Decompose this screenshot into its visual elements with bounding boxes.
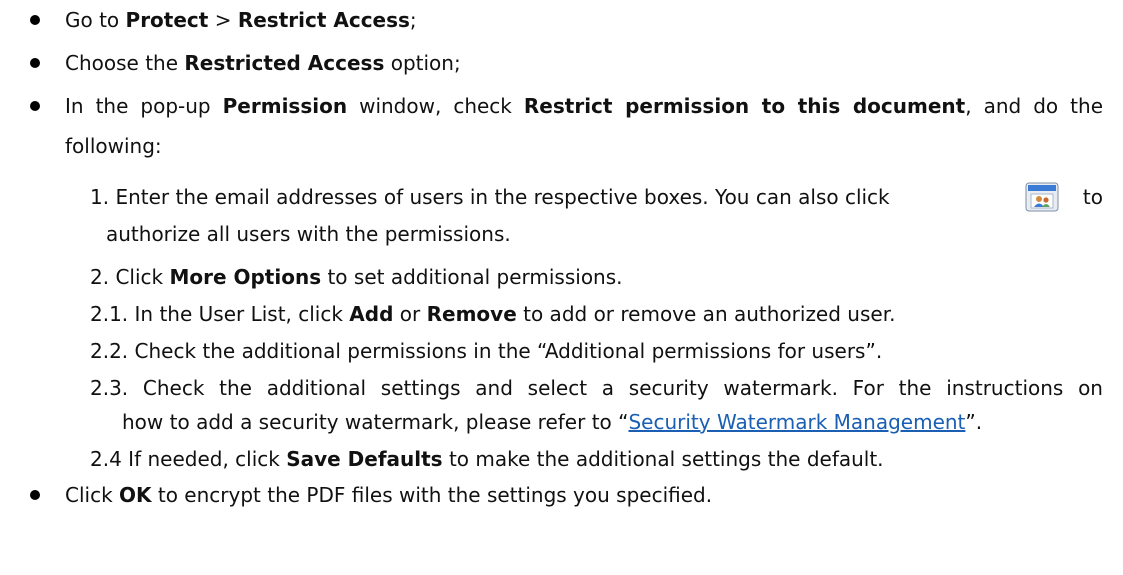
bullet-text: window, check	[347, 94, 524, 118]
bullet-text: option;	[384, 51, 461, 75]
step-2-3-line: 2.3. Check the additional settings and s…	[90, 376, 1103, 400]
bullet-protect-restrict: Go to Protect > Restrict Access;	[65, 8, 417, 32]
step-text: 2.1. In the User List, click	[90, 302, 350, 326]
step-text: to set additional permissions.	[321, 265, 623, 289]
step-2-3-continuation: how to add a security watermark, please …	[122, 410, 982, 434]
bullet-text: ;	[409, 8, 417, 32]
bullet-text: >	[208, 8, 238, 32]
step-1-line: 1. Enter the email addresses of users in…	[90, 182, 1103, 212]
step-text: to add or remove an authorized user.	[516, 302, 896, 326]
bold-ok: OK	[119, 483, 152, 507]
bold-save-defaults: Save Defaults	[286, 447, 443, 471]
users-window-icon[interactable]	[1025, 182, 1059, 212]
bullet-marker	[30, 15, 40, 25]
bold-remove: Remove	[426, 302, 517, 326]
step-2-2-line: 2.2. Check the additional permissions in…	[90, 339, 883, 363]
bullet-click-ok: Click OK to encrypt the PDF files with t…	[65, 483, 712, 507]
step-1-text: 1. Enter the email addresses of users in…	[90, 185, 890, 209]
bullet-text: Click	[65, 483, 120, 507]
bold-restrict-permission: Restrict permission to this document	[523, 94, 966, 118]
bold-restricted-access: Restricted Access	[184, 51, 385, 75]
step-text: or	[393, 302, 427, 326]
security-watermark-link[interactable]: Security Watermark Management	[628, 410, 965, 434]
step-2-line: 2. Click More Options to set additional …	[90, 265, 623, 289]
step-text: how to add a security watermark, please …	[122, 410, 629, 434]
bold-protect: Protect	[125, 8, 209, 32]
bullet-marker	[30, 101, 40, 111]
step-text: to make the additional settings the defa…	[442, 447, 884, 471]
bold-permission: Permission	[222, 94, 348, 118]
bold-restrict-access: Restrict Access	[237, 8, 410, 32]
bullet-marker	[30, 490, 40, 500]
step-2-4-line: 2.4 If needed, click Save Defaults to ma…	[90, 447, 884, 471]
step-text: ”.	[965, 410, 983, 434]
bold-add: Add	[349, 302, 394, 326]
step-2-1-line: 2.1. In the User List, click Add or Remo…	[90, 302, 895, 326]
step-text: 2. Click	[90, 265, 170, 289]
bullet-text: , and do the	[965, 94, 1103, 118]
bullet-marker	[30, 58, 40, 68]
bullet-text: Choose the	[65, 51, 185, 75]
bullet-continuation: following:	[65, 134, 162, 158]
bullet-text: to encrypt the PDF files with the settin…	[151, 483, 713, 507]
step-1-to: to	[1082, 185, 1103, 209]
step-1-continuation: authorize all users with the permissions…	[106, 222, 511, 246]
bullet-text: In the pop-up	[65, 94, 223, 118]
bullet-permission-window: In the pop-up Permission window, check R…	[65, 94, 1103, 118]
bullet-restricted-access: Choose the Restricted Access option;	[65, 51, 461, 75]
bold-more-options: More Options	[169, 265, 322, 289]
step-text: 2.4 If needed, click	[90, 447, 287, 471]
bullet-text: Go to	[65, 8, 126, 32]
